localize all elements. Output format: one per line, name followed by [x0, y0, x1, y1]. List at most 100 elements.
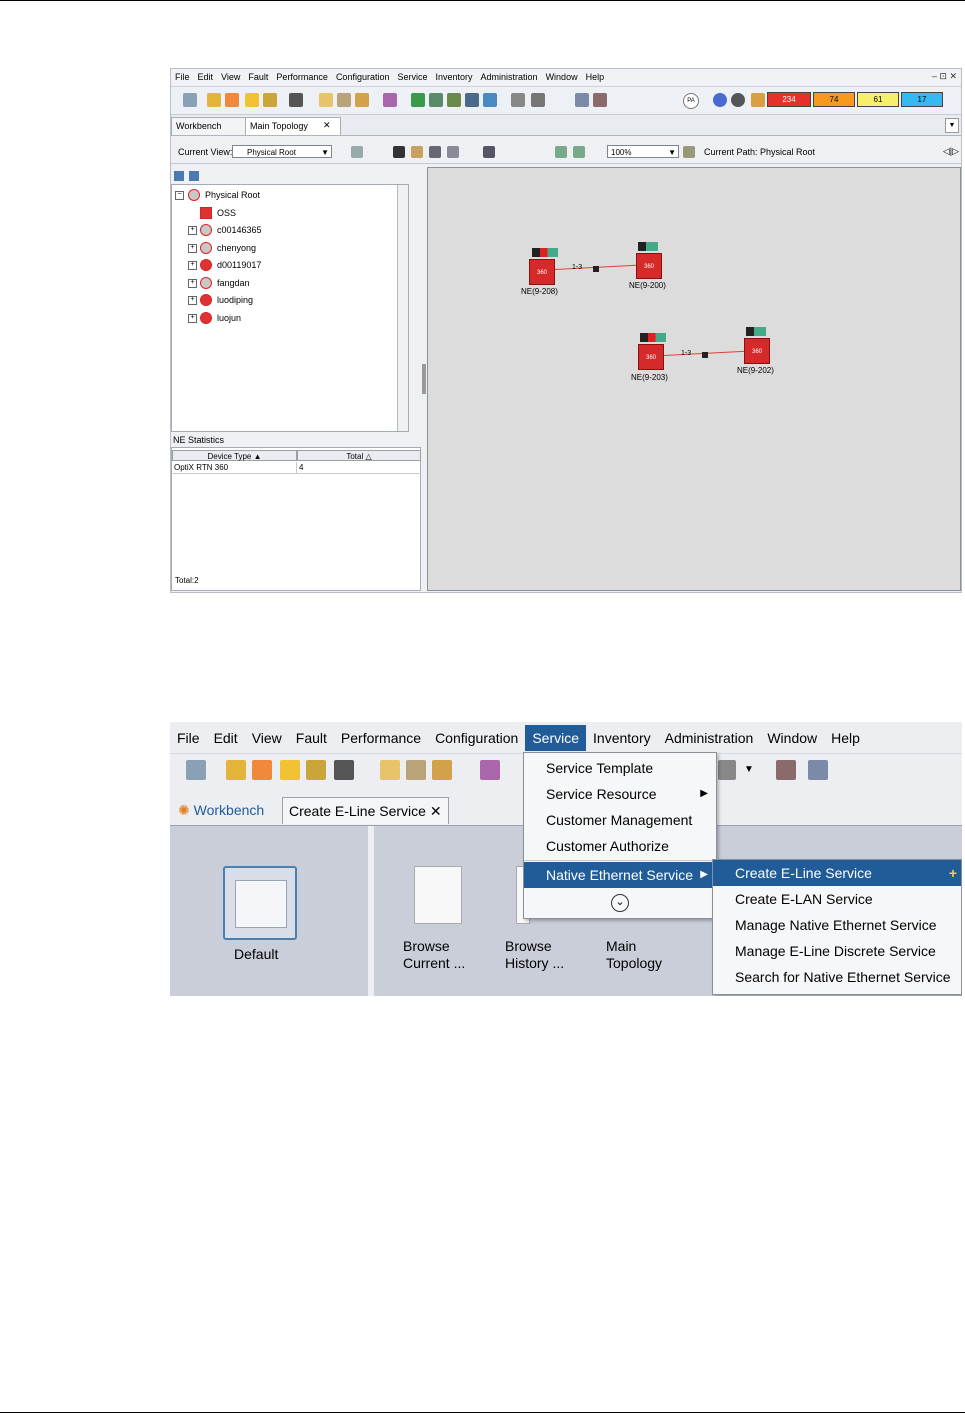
layout-icon[interactable]: [531, 93, 545, 107]
exit-icon[interactable]: [306, 760, 326, 780]
zoom-out-icon[interactable]: [573, 146, 585, 158]
window-controls[interactable]: – ⊡ ✕: [932, 71, 957, 82]
bell-icon[interactable]: [751, 93, 765, 107]
pa-icon[interactable]: PA: [683, 93, 699, 109]
tree-item-group[interactable]: + c00146365: [172, 223, 402, 237]
menu-configuration[interactable]: Configuration: [332, 72, 394, 82]
layout-icon[interactable]: [718, 760, 736, 780]
menu-item-service-template[interactable]: Service Template: [524, 755, 716, 781]
menu-inventory[interactable]: Inventory: [432, 72, 477, 82]
exit-icon[interactable]: [263, 93, 277, 107]
menu-help[interactable]: Help: [824, 725, 867, 751]
menu-configuration[interactable]: Configuration: [428, 725, 525, 751]
lock-icon[interactable]: [245, 93, 259, 107]
tree-item-oss[interactable]: OSS: [172, 206, 402, 220]
tree-expand-icon[interactable]: [174, 171, 184, 181]
menu-item-service-resource[interactable]: Service Resource ▶: [524, 781, 716, 807]
tile-browse-current[interactable]: Browse Current ...: [403, 938, 465, 972]
menu-window[interactable]: Window: [760, 725, 824, 751]
menu-help[interactable]: Help: [582, 72, 609, 82]
ne-node[interactable]: 360: [636, 253, 662, 279]
key-icon[interactable]: [225, 93, 239, 107]
menu-window[interactable]: Window: [542, 72, 582, 82]
menu-view[interactable]: View: [217, 72, 244, 82]
tree-item-group[interactable]: + d00119017: [172, 258, 402, 272]
zoom-in-icon[interactable]: [555, 146, 567, 158]
menu-administration[interactable]: Administration: [658, 725, 761, 751]
expand-toggle-icon[interactable]: +: [188, 296, 197, 305]
tree-collapse-icon[interactable]: [189, 171, 199, 181]
tab-workbench[interactable]: Workbench: [171, 117, 249, 135]
menu-edit[interactable]: Edit: [207, 725, 245, 751]
lock-icon[interactable]: [280, 760, 300, 780]
topology-icon[interactable]: [383, 93, 397, 107]
collapse-toggle-icon[interactable]: −: [175, 191, 184, 200]
expand-toggle-icon[interactable]: +: [188, 226, 197, 235]
ne-node[interactable]: 360: [638, 344, 664, 370]
tree-item-group[interactable]: + fangdan: [172, 276, 402, 290]
menu-item-native-ethernet-service[interactable]: Native Ethernet Service ▶: [524, 862, 716, 888]
close-icon[interactable]: ✕: [430, 803, 442, 819]
report-icon[interactable]: [575, 93, 589, 107]
user-icon[interactable]: [334, 760, 354, 780]
menu-performance[interactable]: Performance: [334, 725, 428, 751]
layout-grid-icon[interactable]: [429, 146, 441, 158]
config-icon[interactable]: [447, 93, 461, 107]
mute-icon[interactable]: [432, 760, 452, 780]
tile-browse-history[interactable]: Browse History ...: [505, 938, 564, 972]
save-view-icon[interactable]: [483, 146, 495, 158]
default-workspace-icon[interactable]: [223, 866, 297, 940]
column-total[interactable]: Total △: [297, 450, 421, 461]
gauge-icon[interactable]: [731, 93, 745, 107]
tile-main-topology[interactable]: Main Topology: [606, 938, 662, 972]
menu-service[interactable]: Service: [525, 725, 587, 751]
status-blue-icon[interactable]: [713, 93, 727, 107]
tree-item-physical-root[interactable]: − Physical Root: [172, 188, 402, 202]
login-icon[interactable]: [226, 760, 246, 780]
expand-toggle-icon[interactable]: +: [188, 279, 197, 288]
menu-service[interactable]: Service: [393, 72, 431, 82]
menu-item-create-e-lan-service[interactable]: Create E-LAN Service: [713, 886, 961, 912]
refresh-icon[interactable]: [411, 93, 425, 107]
pointer-icon[interactable]: [393, 146, 405, 158]
user-icon[interactable]: [289, 93, 303, 107]
menu-file[interactable]: File: [170, 725, 207, 751]
chart-icon[interactable]: [776, 760, 796, 780]
topology-icon[interactable]: [480, 760, 500, 780]
mute-icon[interactable]: [355, 93, 369, 107]
menu-view[interactable]: View: [245, 725, 289, 751]
view-tool-icon[interactable]: [351, 146, 363, 158]
find-icon[interactable]: [683, 146, 695, 158]
topology-canvas[interactable]: 360 NE(9-208) 1-3 360 NE(9-200) 360 NE(9…: [427, 167, 961, 591]
menu-item-manage-native-ethernet-service[interactable]: Manage Native Ethernet Service: [713, 912, 961, 938]
column-device-type[interactable]: Device Type ▲: [172, 450, 297, 461]
alarm-browse-icon[interactable]: [337, 93, 351, 107]
menu-fault[interactable]: Fault: [289, 725, 334, 751]
menu-item-customer-authorize[interactable]: Customer Authorize: [524, 833, 716, 859]
tab-list-chevron-icon[interactable]: ▼: [945, 118, 959, 133]
warning-alarm-count[interactable]: 17: [901, 92, 943, 107]
menu-fault[interactable]: Fault: [244, 72, 272, 82]
browse-current-alarms-icon[interactable]: [414, 866, 462, 924]
window-icon[interactable]: [511, 93, 525, 107]
ne-icon[interactable]: [186, 760, 206, 780]
expand-toggle-icon[interactable]: +: [188, 314, 197, 323]
critical-alarm-count[interactable]: 234: [767, 92, 811, 107]
alarm-board-icon[interactable]: [319, 93, 333, 107]
chart-icon[interactable]: [593, 93, 607, 107]
menu-administration[interactable]: Administration: [477, 72, 542, 82]
expand-toggle-icon[interactable]: +: [188, 261, 197, 270]
menu-item-manage-e-line-discrete-service[interactable]: Manage E-Line Discrete Service: [713, 938, 961, 964]
ne-node[interactable]: 360: [744, 338, 770, 364]
menu-item-search-native-ethernet-service[interactable]: Search for Native Ethernet Service: [713, 964, 961, 990]
alarm-browse-icon[interactable]: [406, 760, 426, 780]
tree-scrollbar[interactable]: [397, 185, 408, 431]
menu-file[interactable]: File: [171, 72, 194, 82]
menu-item-create-e-line-service[interactable]: Create E-Line Service +: [713, 860, 961, 886]
menu-performance[interactable]: Performance: [272, 72, 332, 82]
current-view-select[interactable]: Physical Root ▼: [232, 145, 332, 158]
major-alarm-count[interactable]: 74: [813, 92, 855, 107]
menu-edit[interactable]: Edit: [194, 72, 218, 82]
splitter-handle[interactable]: [422, 364, 426, 394]
ne-node[interactable]: 360: [529, 259, 555, 285]
